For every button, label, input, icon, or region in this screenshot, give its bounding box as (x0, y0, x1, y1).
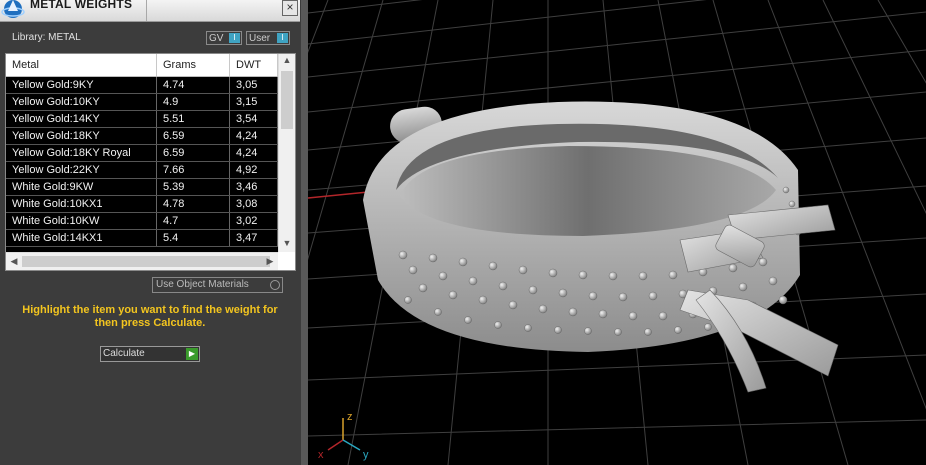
cell-metal: Yellow Gold:18KY (6, 128, 157, 144)
cell-dwt: 3,02 (230, 213, 278, 229)
title-divider (146, 0, 147, 21)
use-object-materials-label: Use Object Materials (156, 279, 249, 290)
app-logo-icon (1, 0, 25, 18)
cell-metal: Yellow Gold:14KY (6, 111, 157, 127)
metal-weights-panel: METAL WEIGHTS × Library: METAL GV I User… (0, 0, 301, 465)
user-toggle-label: User (249, 33, 271, 44)
scroll-down-icon[interactable]: ▼ (279, 238, 295, 248)
3d-viewport[interactable]: z x y (308, 0, 926, 465)
calculate-button[interactable]: Calculate ▶ (100, 346, 200, 362)
cell-dwt: 3,08 (230, 196, 278, 212)
cell-grams: 4.78 (157, 196, 230, 212)
scroll-right-icon[interactable]: ▶ (262, 256, 278, 267)
table-row[interactable]: White Gold:9KW 5.39 3,46 (6, 179, 278, 196)
table-row[interactable]: Yellow Gold:18KY 6.59 4,24 (6, 128, 278, 145)
vertical-scroll-thumb[interactable] (281, 71, 293, 129)
table-row[interactable]: Yellow Gold:9KY 4.74 3,05 (6, 77, 278, 94)
vertical-scrollbar[interactable]: ▲ ▼ (278, 54, 295, 252)
cell-grams: 5.4 (157, 230, 230, 246)
cell-grams: 7.66 (157, 162, 230, 178)
gv-toggle-label: GV (209, 33, 224, 44)
calculate-label: Calculate (103, 348, 145, 359)
panel-title: METAL WEIGHTS (30, 0, 133, 11)
cell-dwt: 4,24 (230, 145, 278, 161)
cell-metal: White Gold:10KX1 (6, 196, 157, 212)
table-body: Yellow Gold:9KY 4.74 3,05 Yellow Gold:10… (6, 77, 278, 253)
cell-metal: Yellow Gold:10KY (6, 94, 157, 110)
gv-toggle[interactable]: GV I (206, 31, 242, 45)
gizmo-z-label: z (347, 411, 353, 423)
table-row[interactable]: Yellow Gold:18KY Royal 6.59 4,24 (6, 145, 278, 162)
use-object-materials-toggle[interactable]: Use Object Materials (152, 277, 283, 293)
close-button[interactable]: × (282, 0, 298, 16)
table-row[interactable]: Yellow Gold:10KY 4.9 3,15 (6, 94, 278, 111)
cell-grams: 4.74 (157, 77, 230, 93)
cell-dwt: 3,54 (230, 111, 278, 127)
play-arrow-icon: ▶ (186, 348, 198, 360)
instruction-text: Highlight the item you want to find the … (22, 304, 278, 329)
column-header-dwt[interactable]: DWT (230, 54, 278, 76)
ring-model[interactable] (363, 101, 839, 393)
cell-dwt: 4,24 (230, 128, 278, 144)
user-toggle-indicator-icon: I (277, 33, 288, 43)
cell-dwt: 3,46 (230, 179, 278, 195)
gizmo-x-axis (327, 439, 344, 451)
user-toggle[interactable]: User I (246, 31, 290, 45)
gv-toggle-indicator-icon: I (229, 33, 240, 43)
table-row[interactable]: Yellow Gold:14KY 5.51 3,54 (6, 111, 278, 128)
viewport-canvas: z x y (308, 0, 926, 465)
metal-table: Metal Grams DWT Yellow Gold:9KY 4.74 3,0… (5, 53, 296, 271)
gizmo-x-label: x (318, 449, 324, 461)
table-row[interactable]: Yellow Gold:22KY 7.66 4,92 (6, 162, 278, 179)
cell-dwt: 3,05 (230, 77, 278, 93)
column-header-grams[interactable]: Grams (157, 54, 230, 76)
cell-grams: 6.59 (157, 128, 230, 144)
cell-grams: 5.39 (157, 179, 230, 195)
horizontal-scroll-thumb[interactable] (22, 256, 270, 267)
radio-icon (270, 280, 280, 290)
cell-metal: Yellow Gold:22KY (6, 162, 157, 178)
panel-titlebar[interactable]: METAL WEIGHTS × (0, 0, 300, 22)
cell-grams: 5.51 (157, 111, 230, 127)
table-header: Metal Grams DWT (6, 54, 278, 77)
table-row[interactable]: White Gold:10KX1 4.78 3,08 (6, 196, 278, 213)
cell-dwt: 3,15 (230, 94, 278, 110)
cell-grams: 4.7 (157, 213, 230, 229)
scroll-left-icon[interactable]: ◀ (6, 256, 22, 267)
table-row[interactable]: White Gold:10KW 4.7 3,02 (6, 213, 278, 230)
scroll-up-icon[interactable]: ▲ (279, 55, 295, 65)
column-header-metal[interactable]: Metal (6, 54, 157, 76)
gizmo-y-label: y (363, 449, 369, 461)
cell-metal: Yellow Gold:9KY (6, 77, 157, 93)
cell-dwt: 3,47 (230, 230, 278, 246)
cell-metal: White Gold:9KW (6, 179, 157, 195)
cell-metal: White Gold:14KX1 (6, 230, 157, 246)
table-row[interactable]: White Gold:14KX1 5.4 3,47 (6, 230, 278, 247)
library-label: Library: METAL (12, 32, 81, 43)
panel-splitter[interactable] (301, 0, 308, 465)
cell-metal: White Gold:10KW (6, 213, 157, 229)
cell-grams: 4.9 (157, 94, 230, 110)
cell-metal: Yellow Gold:18KY Royal (6, 145, 157, 161)
cell-dwt: 4,92 (230, 162, 278, 178)
horizontal-scrollbar[interactable]: ◀ ▶ (6, 252, 278, 270)
cell-grams: 6.59 (157, 145, 230, 161)
